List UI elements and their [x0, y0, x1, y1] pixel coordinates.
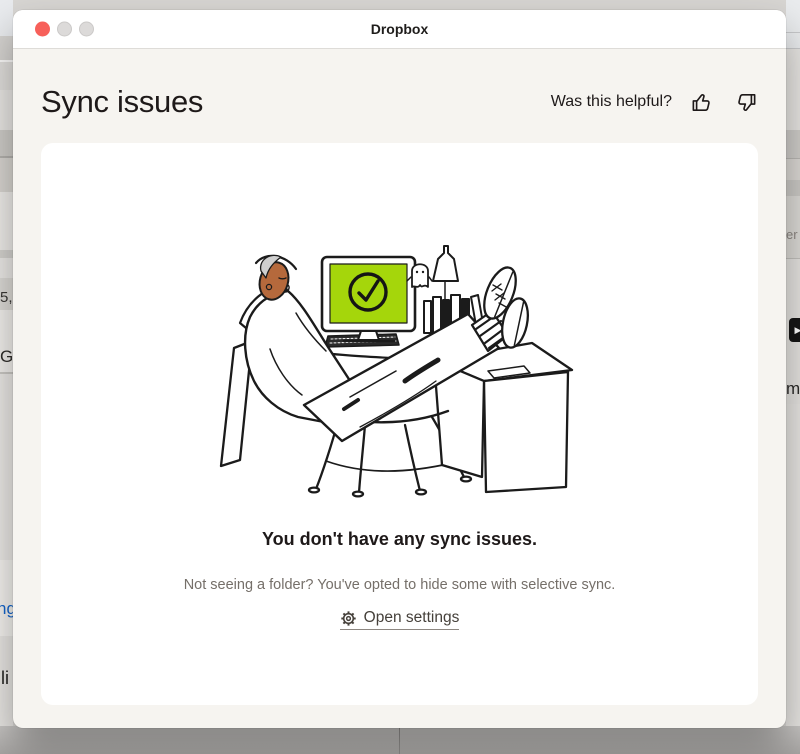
bg-band — [786, 159, 800, 180]
desktop-background — [0, 726, 800, 754]
header-row: Sync issues Was this helpful? — [41, 79, 758, 125]
bg-text-fragment-link: ng — [0, 599, 13, 618]
bg-band — [0, 0, 13, 36]
feedback-prompt: Was this helpful? — [550, 93, 672, 110]
bg-band — [786, 49, 800, 130]
thumbs-down-button[interactable] — [735, 91, 758, 114]
bg-dark-app-icon: ▶ — [789, 318, 800, 342]
thumbs-up-button[interactable] — [690, 91, 713, 114]
illustration-no-sync-issues — [219, 245, 573, 498]
bg-text-fragment: 5, — [0, 289, 13, 306]
bg-band — [0, 560, 13, 636]
bg-band — [0, 192, 13, 250]
bg-band — [0, 374, 13, 560]
gear-icon — [340, 610, 356, 626]
bg-band — [0, 258, 13, 278]
feedback-widget: Was this helpful? — [551, 91, 758, 114]
bg-band — [0, 36, 13, 60]
bg-band — [0, 90, 13, 130]
bg-text-fragment: er — [786, 227, 798, 242]
background-window-right-edge: er ▶ m — [786, 0, 800, 754]
window-content: Sync issues Was this helpful? You don't … — [13, 49, 786, 728]
traffic-lights — [35, 21, 94, 37]
thumbs-up-icon — [692, 93, 710, 111]
window-titlebar: Dropbox — [13, 10, 786, 49]
window-title: Dropbox — [370, 21, 429, 37]
bg-text-fragment: m — [786, 379, 800, 398]
bg-band — [0, 62, 13, 90]
dropbox-window: Dropbox Sync issues Was this helpful? Yo… — [13, 10, 786, 728]
open-settings-label: Open settings — [363, 609, 460, 626]
page-title: Sync issues — [41, 84, 204, 119]
bg-band — [786, 33, 800, 48]
sync-status-card: You don't have any sync issues. Not seei… — [41, 143, 758, 705]
open-settings-link[interactable]: Open settings — [339, 609, 460, 630]
background-divider-line — [399, 726, 400, 754]
minimize-button[interactable] — [57, 21, 72, 37]
background-window-left-edge: 5, G ng li — [0, 0, 13, 754]
bg-band — [0, 158, 13, 192]
secondary-message: Not seeing a folder? You've opted to hid… — [183, 577, 616, 593]
monitor-check-icon — [320, 255, 416, 343]
bg-band — [0, 130, 13, 156]
bg-text-fragment: G — [0, 347, 13, 366]
bg-text-fragment: li — [1, 668, 9, 688]
bg-band — [786, 404, 800, 754]
bg-band — [786, 0, 800, 32]
bg-band — [0, 250, 13, 258]
close-button[interactable] — [35, 21, 50, 37]
primary-message: You don't have any sync issues. — [261, 529, 538, 549]
zoom-button[interactable] — [79, 21, 94, 37]
thumbs-down-icon — [738, 93, 756, 111]
bg-band — [786, 130, 800, 158]
bg-band — [786, 180, 800, 196]
bg-band — [786, 259, 800, 317]
